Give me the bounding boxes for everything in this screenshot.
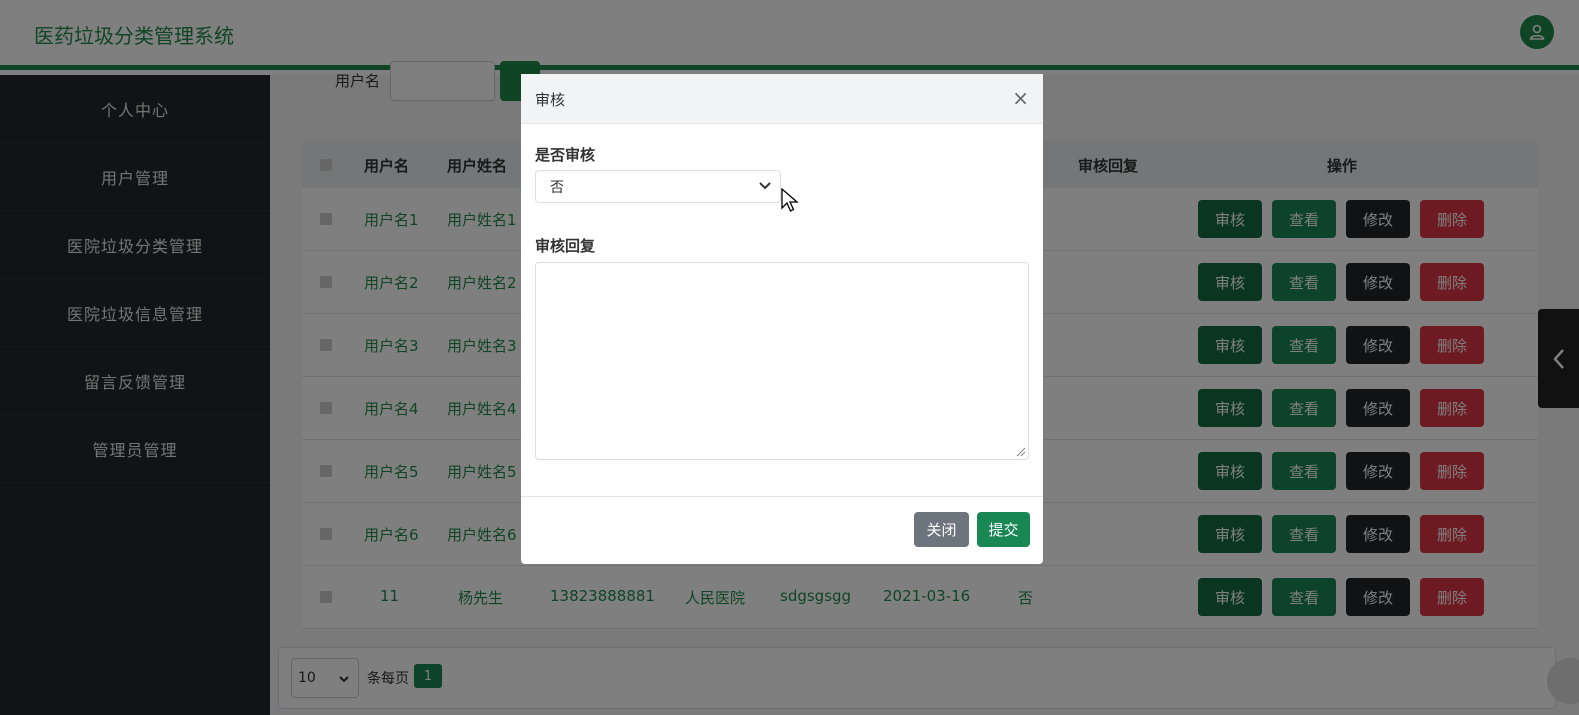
modal-title: 审核: [535, 91, 566, 109]
resize-handle-icon[interactable]: [1016, 447, 1026, 457]
audit-status-value: 否: [550, 179, 564, 196]
audit-reply-textarea[interactable]: [535, 262, 1029, 460]
modal-footer: 关闭 提交: [521, 496, 1043, 564]
audit-status-label: 是否审核: [535, 146, 596, 164]
modal-header: 审核 ×: [521, 74, 1043, 124]
audit-modal: 审核 × 是否审核 否 审核回复 关闭 提交: [521, 74, 1043, 564]
audit-status-select[interactable]: 否: [535, 170, 781, 203]
modal-close-button[interactable]: 关闭: [914, 512, 969, 547]
chevron-down-icon: [759, 182, 771, 190]
mouse-pointer-icon: [781, 188, 799, 212]
modal-submit-button[interactable]: 提交: [977, 512, 1030, 547]
close-icon[interactable]: ×: [1012, 86, 1029, 110]
audit-reply-label: 审核回复: [535, 237, 596, 255]
